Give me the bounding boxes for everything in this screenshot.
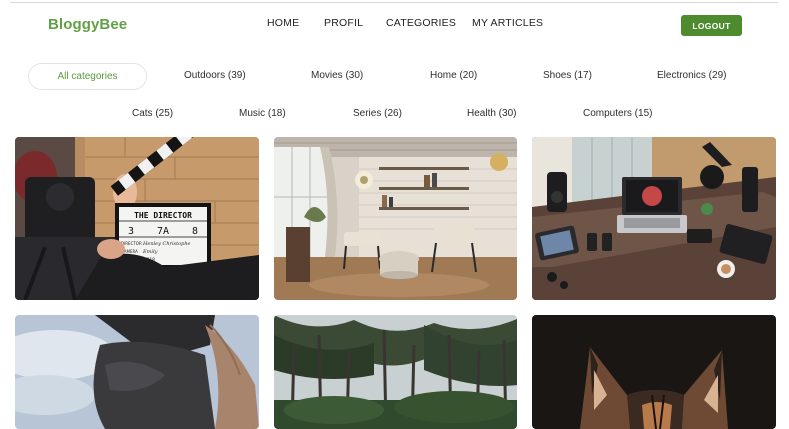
article-card-movies[interactable]: THE DIRECTOR 3 7A 8 DIRECTOR Henley Chri… (15, 137, 259, 300)
clapperboard-photo: THE DIRECTOR 3 7A 8 DIRECTOR Henley Chri… (15, 137, 259, 300)
category-electronics[interactable]: Electronics (29) (657, 70, 726, 81)
article-card-home[interactable] (274, 137, 517, 300)
clapper-roll: 3 (128, 226, 134, 237)
clapper-director-label: DIRECTOR (121, 241, 142, 246)
logout-button[interactable]: LOGOUT (681, 15, 742, 36)
category-home[interactable]: Home (20) (430, 70, 477, 81)
category-shoes[interactable]: Shoes (17) (543, 70, 592, 81)
category-music[interactable]: Music (18) (239, 108, 286, 119)
navbar: BloggyBee HOME PROFIL CATEGORIES MY ARTI… (0, 0, 789, 52)
article-card-cats[interactable] (532, 315, 776, 429)
article-card-forest[interactable] (274, 315, 517, 429)
article-card-electronics[interactable] (532, 137, 776, 300)
clapper-scene: 7A (157, 226, 169, 237)
nav-profil-link[interactable]: PROFIL (324, 17, 363, 29)
nav-categories-link[interactable]: CATEGORIES (386, 17, 456, 29)
clapper-title: THE DIRECTOR (134, 211, 192, 220)
clapper-director: Henley Christophe (142, 241, 191, 247)
living-room-photo (274, 137, 517, 300)
brand-logo[interactable]: BloggyBee (48, 16, 127, 33)
nav-my-articles-link[interactable]: MY ARTICLES (472, 17, 543, 29)
category-all-button[interactable]: All categories (28, 63, 147, 90)
category-cats[interactable]: Cats (25) (132, 108, 173, 119)
forest-photo (274, 315, 517, 429)
category-movies[interactable]: Movies (30) (311, 70, 363, 81)
category-health[interactable]: Health (30) (467, 108, 516, 119)
clapper-camera: Emily (142, 249, 158, 255)
nav-home-link[interactable]: HOME (267, 17, 299, 29)
category-outdoors[interactable]: Outdoors (39) (184, 70, 246, 81)
cat-photo (532, 315, 776, 429)
article-card-outdoors[interactable] (15, 315, 259, 429)
clapper-take: 8 (192, 226, 198, 237)
category-series[interactable]: Series (26) (353, 108, 402, 119)
outdoors-person-photo (15, 315, 259, 429)
desk-workspace-photo (532, 137, 776, 300)
category-computers[interactable]: Computers (15) (583, 108, 652, 119)
